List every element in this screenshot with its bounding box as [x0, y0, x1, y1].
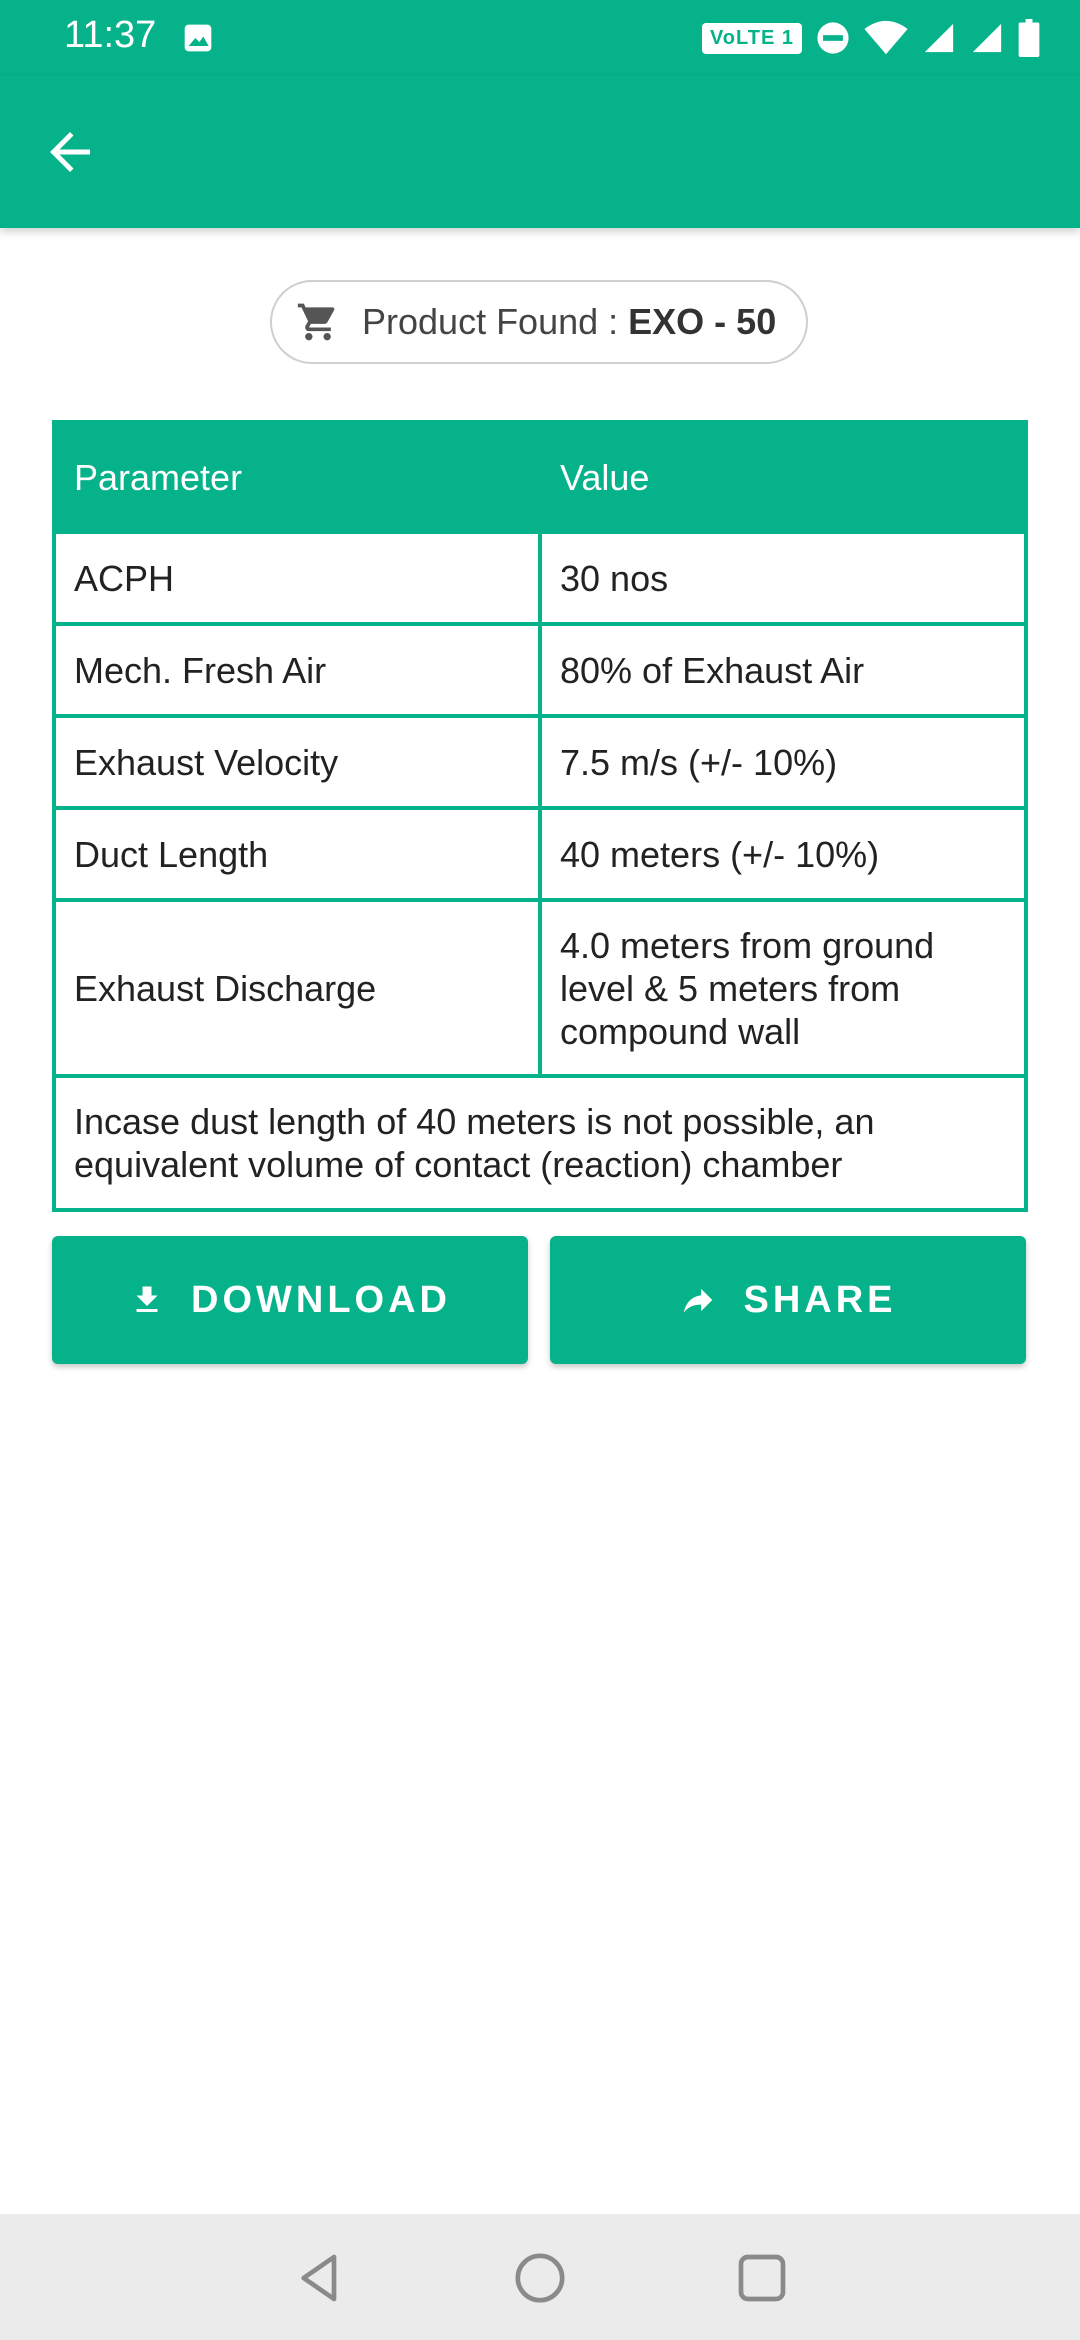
nav-recents-icon[interactable] — [734, 2250, 790, 2306]
system-nav-bar — [0, 2214, 1080, 2340]
product-name: EXO - 50 — [628, 301, 777, 342]
value-cell: 4.0 meters from ground level & 5 meters … — [560, 924, 935, 1052]
parameter-cell: Mech. Fresh Air — [56, 626, 542, 714]
parameter-cell: ACPH — [56, 534, 542, 622]
download-button[interactable]: DOWNLOAD — [52, 1236, 528, 1364]
share-button[interactable]: SHARE — [550, 1236, 1026, 1364]
share-label: SHARE — [743, 1278, 897, 1321]
nav-back-icon[interactable] — [292, 2250, 348, 2306]
download-icon — [136, 1286, 158, 1312]
nav-home-icon[interactable] — [512, 2250, 568, 2306]
table-row: Mech. Fresh Air 80% of Exhaust Air — [56, 622, 1024, 714]
image-icon — [184, 24, 212, 52]
parameter-cell: Exhaust Discharge — [56, 902, 542, 1074]
status-bar: 11:37 VoLTE 1 — [0, 0, 1080, 76]
value-cell: 7.5 m/s (+/- 10%) — [560, 741, 838, 783]
parameter-cell: Duct Length — [56, 810, 542, 898]
signal-icon — [924, 23, 954, 53]
value-cell: 30 nos — [560, 557, 669, 599]
product-found-chip: Product Found : EXO - 50 — [270, 280, 808, 364]
share-arrow-icon — [684, 1288, 713, 1313]
header-value: Value — [560, 456, 650, 498]
table-header-row: Parameter Value — [56, 424, 1024, 530]
table-note-row: Incase dust length of 40 meters is not p… — [56, 1074, 1024, 1208]
table-row: Exhaust Discharge 4.0 meters from ground… — [56, 898, 1024, 1074]
table-row: ACPH 30 nos — [56, 530, 1024, 622]
header-parameter: Parameter — [74, 456, 243, 498]
app-bar — [0, 76, 1080, 228]
value-cell: 80% of Exhaust Air — [560, 649, 865, 691]
wifi-icon — [864, 20, 908, 55]
download-label: DOWNLOAD — [191, 1278, 451, 1321]
battery-icon — [1018, 19, 1040, 57]
volte-icon: VoLTE 1 — [701, 22, 802, 54]
status-time: 11:37 — [64, 14, 157, 56]
status-icons: VoLTE 1 — [701, 18, 1040, 58]
table-row: Exhaust Velocity 7.5 m/s (+/- 10%) — [56, 714, 1024, 806]
parameter-cell: Exhaust Velocity — [56, 718, 542, 806]
cart-icon — [297, 303, 335, 341]
product-found-label: Product Found : — [362, 301, 629, 342]
value-cell: 40 meters (+/- 10%) — [560, 833, 880, 875]
arrow-back-icon[interactable] — [40, 122, 100, 182]
parameters-table: Parameter Value ACPH 30 nos Mech. Fresh … — [52, 420, 1028, 1212]
table-note: Incase dust length of 40 meters is not p… — [74, 1101, 875, 1185]
table-row: Duct Length 40 meters (+/- 10%) — [56, 806, 1024, 898]
signal-icon — [972, 23, 1002, 53]
do-not-disturb-icon — [817, 22, 849, 54]
product-found-text: Product Found : EXO - 50 — [362, 301, 776, 343]
